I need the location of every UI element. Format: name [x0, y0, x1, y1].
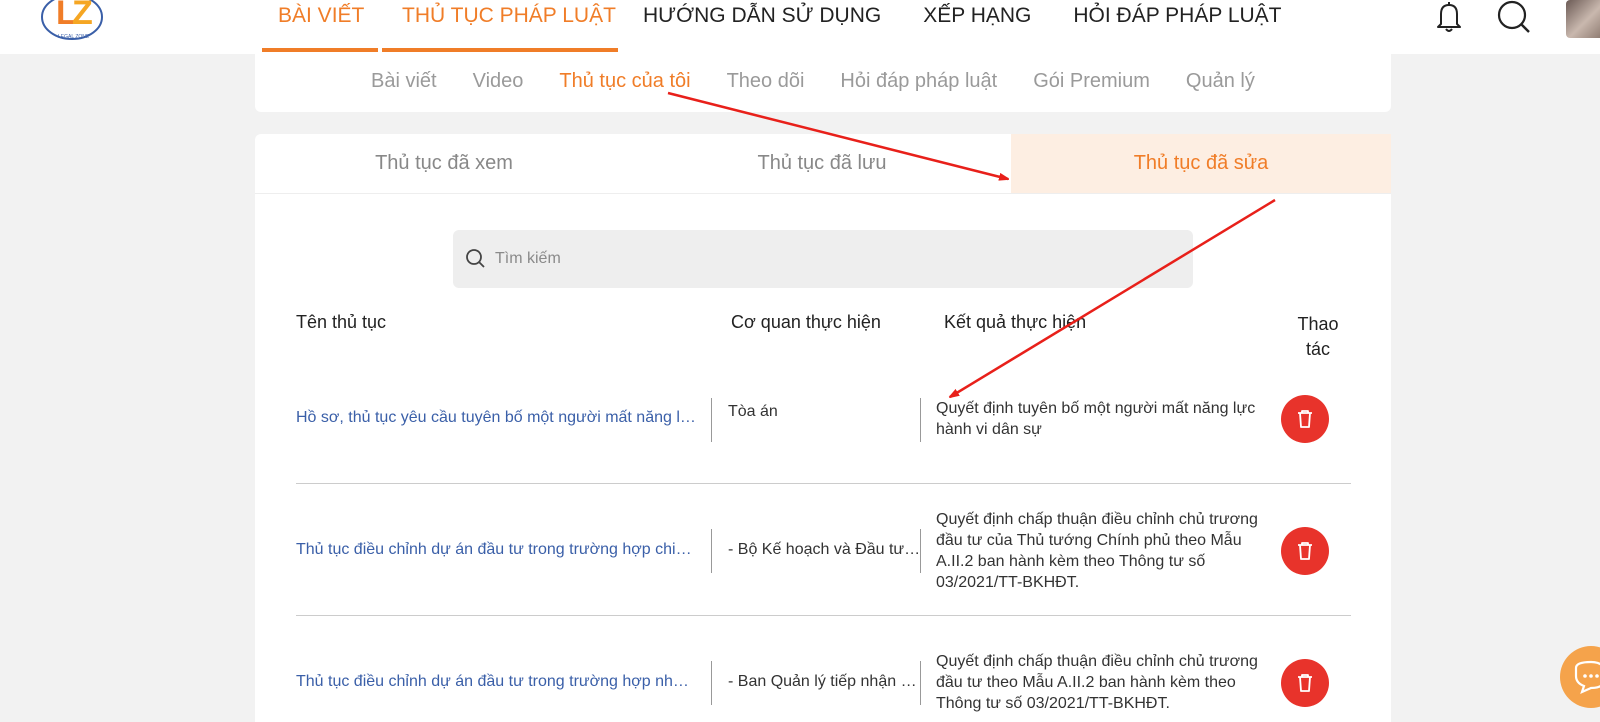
agency-text: Tòa án — [728, 403, 778, 420]
subnav-goi-premium[interactable]: Gói Premium — [1033, 70, 1150, 93]
procedure-name-link[interactable]: Thủ tục điều chỉnh dự án đầu tư trong tr… — [296, 673, 696, 691]
column-divider — [711, 398, 712, 442]
table-row: Thủ tục điều chỉnh dự án đầu tư trong tr… — [296, 640, 1351, 722]
subnav-quan-ly[interactable]: Quản lý — [1186, 70, 1255, 93]
result-text: Quyết định chấp thuận điều chỉnh chủ trư… — [936, 653, 1258, 712]
tab-da-luu[interactable]: Thủ tục đã lưu — [633, 134, 1011, 193]
avatar[interactable] — [1566, 0, 1600, 38]
main-nav: BÀI VIẾT THỦ TỤC PHÁP LUẬT HƯỚNG DẪN SỬ … — [262, 0, 1303, 54]
search-input[interactable] — [495, 250, 1175, 268]
nav-thu-tuc-phap-luat[interactable]: THỦ TỤC PHÁP LUẬT — [382, 0, 622, 54]
logo-text: LEGAL ZONE — [58, 34, 90, 40]
trash-icon — [1298, 674, 1312, 692]
header-ten-thu-tuc: Tên thủ tục — [296, 312, 387, 332]
delete-button[interactable] — [1281, 395, 1329, 443]
agency-text: - Ban Quản lý tiếp nhận hồ sơ — [728, 673, 924, 690]
logo[interactable]: L Z LEGAL ZONE — [38, 0, 106, 48]
result-text: Quyết định chấp thuận điều chỉnh chủ trư… — [936, 511, 1258, 591]
nav-huong-dan-su-dung[interactable]: HƯỚNG DẪN SỬ DỤNG — [622, 0, 902, 54]
table-row: Hồ sơ, thủ tục yêu cầu tuyên bố một ngườ… — [296, 392, 1351, 484]
nav-bai-viet[interactable]: BÀI VIẾT — [262, 0, 382, 54]
header-thao-tac: Thao tác — [1297, 314, 1339, 359]
search-icon[interactable] — [1495, 0, 1535, 41]
top-header: L Z LEGAL ZONE BÀI VIẾT THỦ TỤC PHÁP LUẬ… — [0, 0, 1600, 54]
subnav-video[interactable]: Video — [473, 70, 524, 93]
subnav-theo-doi[interactable]: Theo dõi — [727, 70, 805, 93]
subnav-bai-viet[interactable]: Bài viết — [371, 70, 437, 93]
chat-icon — [1574, 660, 1600, 695]
search-box — [453, 230, 1193, 288]
header-co-quan: Cơ quan thực hiện — [731, 312, 881, 332]
procedure-tabs: Thủ tục đã xem Thủ tục đã lưu Thủ tục đã… — [255, 134, 1391, 194]
row-divider — [296, 615, 1351, 616]
result-text: Quyết định tuyên bố một người mất năng l… — [936, 400, 1256, 438]
sub-nav-card: Bài viết Video Thủ tục của tôi Theo dõi … — [255, 54, 1391, 112]
column-divider — [920, 529, 921, 573]
chat-button[interactable] — [1560, 646, 1600, 708]
row-divider — [296, 483, 1351, 484]
column-divider — [920, 398, 921, 442]
delete-button[interactable] — [1281, 659, 1329, 707]
column-divider — [711, 529, 712, 573]
procedure-name-link[interactable]: Hồ sơ, thủ tục yêu cầu tuyên bố một ngườ… — [296, 409, 696, 427]
column-divider — [711, 661, 712, 705]
tab-da-xem[interactable]: Thủ tục đã xem — [255, 134, 633, 193]
agency-text: - Bộ Kế hoạch và Đầu tư; - Thủ tướng Chí… — [728, 541, 924, 558]
trash-icon — [1298, 410, 1312, 428]
table-row: Thủ tục điều chỉnh dự án đầu tư trong tr… — [296, 508, 1351, 616]
delete-button[interactable] — [1281, 527, 1329, 575]
column-divider — [920, 661, 921, 705]
search-icon — [466, 249, 485, 268]
sub-nav: Bài viết Video Thủ tục của tôi Theo dõi … — [371, 70, 1255, 93]
header-ket-qua: Kết quả thực hiện — [944, 312, 1087, 332]
tab-da-sua[interactable]: Thủ tục đã sửa — [1011, 134, 1391, 193]
subnav-hoi-dap-phap-luat[interactable]: Hỏi đáp pháp luật — [840, 70, 997, 93]
bell-icon[interactable] — [1432, 0, 1466, 39]
subnav-thu-tuc-cua-toi[interactable]: Thủ tục của tôi — [559, 70, 690, 93]
content-card: Thủ tục đã xem Thủ tục đã lưu Thủ tục đã… — [255, 134, 1391, 722]
svg-text:Z: Z — [72, 0, 93, 32]
procedure-name-link[interactable]: Thủ tục điều chỉnh dự án đầu tư trong tr… — [296, 541, 696, 559]
nav-xep-hang[interactable]: XẾP HẠNG — [902, 0, 1052, 54]
nav-hoi-dap-phap-luat[interactable]: HỎI ĐÁP PHÁP LUẬT — [1052, 0, 1302, 54]
trash-icon — [1298, 542, 1312, 560]
